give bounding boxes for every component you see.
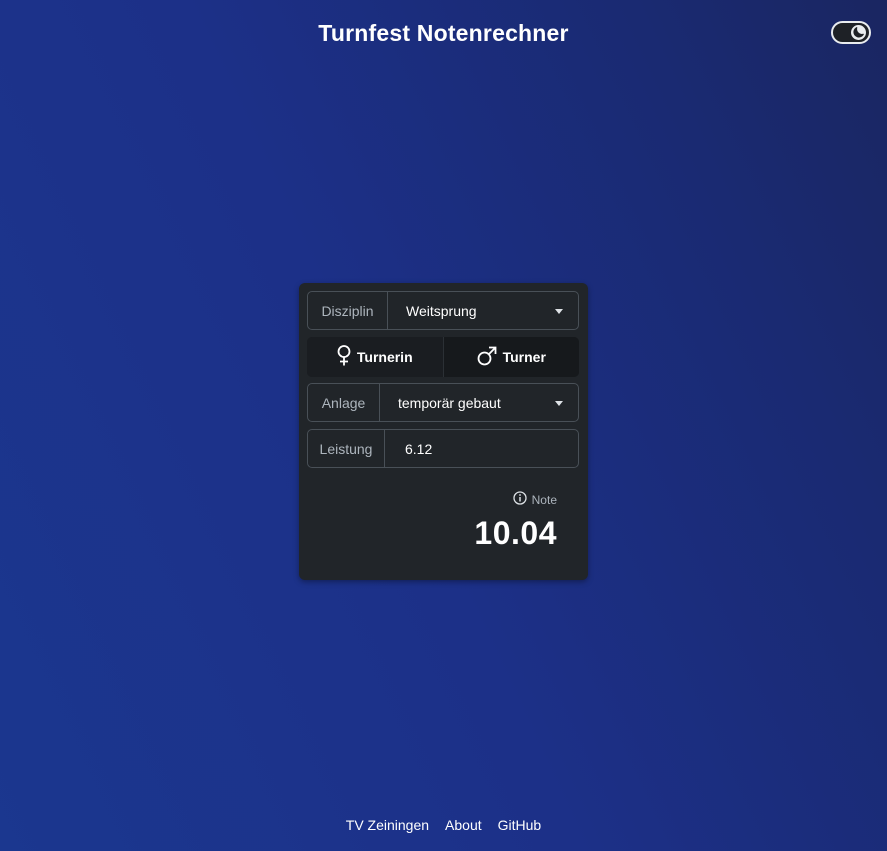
performance-label: Leistung bbox=[308, 430, 385, 467]
female-icon bbox=[337, 345, 351, 369]
facility-value[interactable]: temporär gebaut bbox=[380, 384, 578, 421]
moon-icon bbox=[851, 25, 866, 40]
footer-link-tv-zeiningen[interactable]: TV Zeiningen bbox=[346, 817, 429, 833]
gender-toggle: Turnerin Turner bbox=[307, 337, 579, 377]
facility-label: Anlage bbox=[308, 384, 380, 421]
theme-toggle[interactable] bbox=[831, 21, 871, 44]
performance-field[interactable]: Leistung 6.12 bbox=[307, 429, 579, 468]
chevron-down-icon bbox=[555, 309, 563, 314]
footer-link-about[interactable]: About bbox=[445, 817, 482, 833]
male-button[interactable]: Turner bbox=[443, 337, 579, 377]
male-label: Turner bbox=[502, 349, 546, 365]
discipline-value[interactable]: Weitsprung bbox=[388, 292, 578, 329]
footer: TV Zeiningen About GitHub bbox=[0, 817, 887, 833]
performance-input[interactable]: 6.12 bbox=[385, 430, 578, 467]
discipline-selected: Weitsprung bbox=[406, 302, 477, 319]
discipline-select[interactable]: Disziplin Weitsprung bbox=[307, 291, 579, 330]
footer-link-github[interactable]: GitHub bbox=[498, 817, 542, 833]
page-title: Turnfest Notenrechner bbox=[318, 20, 569, 46]
female-button[interactable]: Turnerin bbox=[307, 337, 444, 377]
female-label: Turnerin bbox=[356, 349, 413, 365]
info-icon[interactable] bbox=[512, 491, 527, 508]
result-value: 10.04 bbox=[474, 515, 557, 551]
facility-selected: temporär gebaut bbox=[398, 394, 501, 411]
result-label-text: Note bbox=[531, 492, 557, 507]
result-label: Note bbox=[512, 491, 557, 508]
facility-select[interactable]: Anlage temporär gebaut bbox=[307, 383, 579, 422]
calculator-card: Disziplin Weitsprung Turnerin Turner Anl… bbox=[299, 283, 588, 580]
male-icon bbox=[477, 346, 497, 369]
chevron-down-icon bbox=[555, 401, 563, 406]
discipline-label: Disziplin bbox=[308, 292, 388, 329]
